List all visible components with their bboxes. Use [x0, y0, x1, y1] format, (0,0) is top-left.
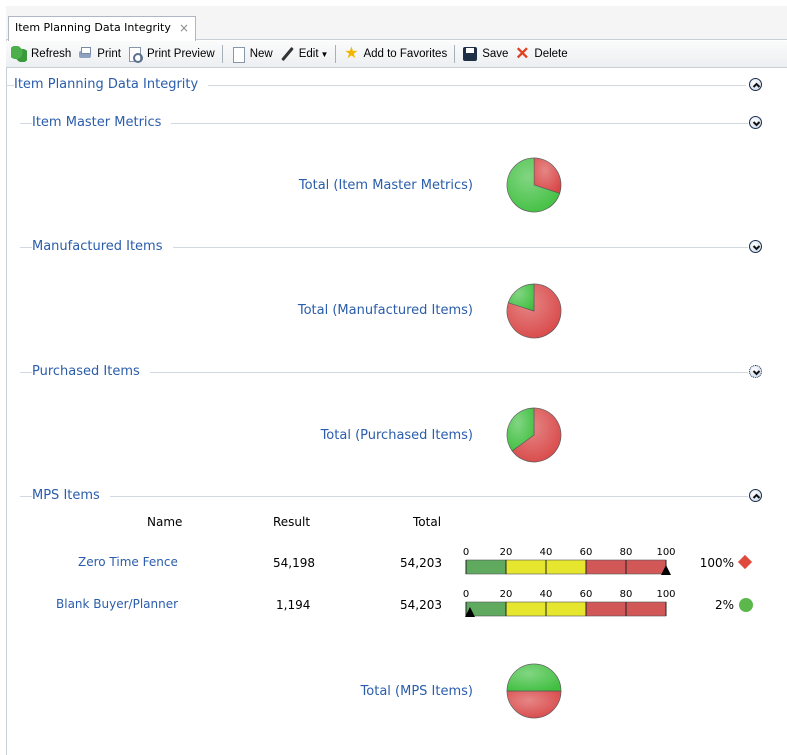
add-to-favorites-button[interactable]: ★ Add to Favorites [340, 43, 450, 65]
pie-chart-purchased[interactable] [505, 406, 563, 464]
green-circle-icon [739, 598, 753, 612]
chart-label-purchased[interactable]: Total (Purchased Items) [321, 428, 473, 443]
expand-down-icon[interactable] [749, 240, 762, 253]
tab-item-planning-data-integrity[interactable]: Item Planning Data Integrity × [8, 16, 196, 41]
edit-label: Edit [298, 48, 319, 60]
column-header-name: Name [147, 515, 183, 529]
section-header-mps: MPS Items [6, 488, 787, 504]
print-preview-icon [127, 46, 143, 63]
gauge-tick-label: 100 [656, 589, 675, 600]
refresh-icon [11, 46, 27, 62]
gauge-blank-buyer-planner: 0 20 40 60 80 100 [463, 589, 676, 617]
save-icon [462, 46, 478, 62]
gauge-tick-label: 40 [540, 547, 553, 558]
collapse-up-icon[interactable] [749, 489, 762, 502]
section-title-manufactured[interactable]: Manufactured Items [32, 239, 173, 254]
section-title-item-master[interactable]: Item Master Metrics [32, 115, 172, 130]
pie-slice-highlight [507, 691, 561, 718]
gauge-tick-label: 100 [656, 547, 675, 558]
gauge-tick-label: 0 [463, 589, 469, 600]
save-label: Save [482, 48, 509, 60]
add-to-favorites-label: Add to Favorites [363, 48, 448, 60]
printer-icon [77, 46, 93, 62]
gauge-tick-label: 60 [580, 589, 593, 600]
print-preview-button[interactable]: Print Preview [124, 43, 218, 65]
expand-down-icon[interactable] [749, 116, 762, 129]
page-header: Item Planning Data Integrity [6, 77, 787, 93]
row-name-link[interactable]: Zero Time Fence [78, 555, 178, 569]
row-result: 54,198 [273, 556, 315, 570]
gauge-zero-time-fence: 0 20 40 60 80 100 [463, 547, 676, 575]
tab-strip: Item Planning Data Integrity × [6, 6, 787, 41]
toolbar-separator [221, 45, 223, 63]
delete-button[interactable]: ✕ Delete [511, 43, 570, 65]
gauge-tick-label: 80 [620, 547, 633, 558]
gauge-tick-label: 60 [580, 547, 593, 558]
gauge-band [465, 559, 507, 575]
toolbar-separator [335, 45, 337, 63]
print-label: Print [97, 48, 121, 60]
chart-label-manufactured[interactable]: Total (Manufactured Items) [298, 303, 473, 318]
gauge-tick-label: 20 [500, 589, 513, 600]
chart-label-mps[interactable]: Total (MPS Items) [361, 684, 473, 699]
gauge-tick-label: 0 [463, 547, 469, 558]
delete-label: Delete [534, 48, 568, 60]
refresh-label: Refresh [31, 48, 72, 60]
divider [20, 496, 748, 497]
chart-label-item-master[interactable]: Total (Item Master Metrics) [299, 178, 473, 193]
print-preview-label: Print Preview [146, 48, 215, 60]
refresh-button[interactable]: Refresh [8, 43, 74, 65]
tab-title: Item Planning Data Integrity [15, 21, 171, 34]
section-title-mps[interactable]: MPS Items [32, 488, 110, 503]
row-result: 1,194 [276, 598, 311, 612]
toolbar: Refresh Print Print Preview New Edit ▼ ★… [6, 41, 787, 68]
app-window: Item Planning Data Integrity × Refresh P… [0, 0, 787, 755]
section-header-purchased: Purchased Items [6, 364, 787, 380]
close-icon[interactable]: × [179, 17, 189, 39]
section-title-purchased[interactable]: Purchased Items [32, 364, 150, 379]
delete-icon: ✕ [515, 44, 530, 63]
row-total: 54,203 [400, 598, 442, 612]
row-name-link[interactable]: Blank Buyer/Planner [56, 597, 178, 611]
page-title[interactable]: Item Planning Data Integrity [14, 77, 209, 92]
column-header-total: Total [413, 515, 442, 529]
save-button[interactable]: Save [459, 43, 511, 65]
chevron-down-icon: ▼ [320, 49, 329, 59]
new-document-icon [230, 46, 246, 63]
section-header-manufactured: Manufactured Items [6, 239, 787, 255]
toolbar-separator [454, 45, 456, 63]
star-icon: ★ [344, 45, 359, 62]
section-header-item-master: Item Master Metrics [6, 115, 787, 131]
print-button[interactable]: Print [74, 43, 124, 65]
expand-down-icon[interactable] [749, 365, 762, 378]
pie-chart-manufactured[interactable] [505, 282, 563, 340]
pie-slice-highlight [507, 664, 561, 691]
new-label: New [249, 48, 273, 60]
collapse-up-icon[interactable] [749, 78, 762, 91]
red-diamond-icon [737, 554, 753, 570]
pie-chart-mps[interactable] [505, 662, 563, 720]
pencil-icon [279, 46, 295, 62]
row-percent: 2% [714, 598, 734, 612]
gauge-tick-label: 20 [500, 547, 513, 558]
new-button[interactable]: New [227, 43, 276, 65]
column-header-result: Result [273, 515, 311, 529]
edit-button[interactable]: Edit ▼ [276, 43, 332, 65]
row-total: 54,203 [400, 556, 442, 570]
pie-chart-item-master[interactable] [505, 156, 563, 214]
row-percent: 100% [699, 556, 734, 570]
gauge-tick-label: 80 [620, 589, 633, 600]
gauge-tick-label: 40 [540, 589, 553, 600]
